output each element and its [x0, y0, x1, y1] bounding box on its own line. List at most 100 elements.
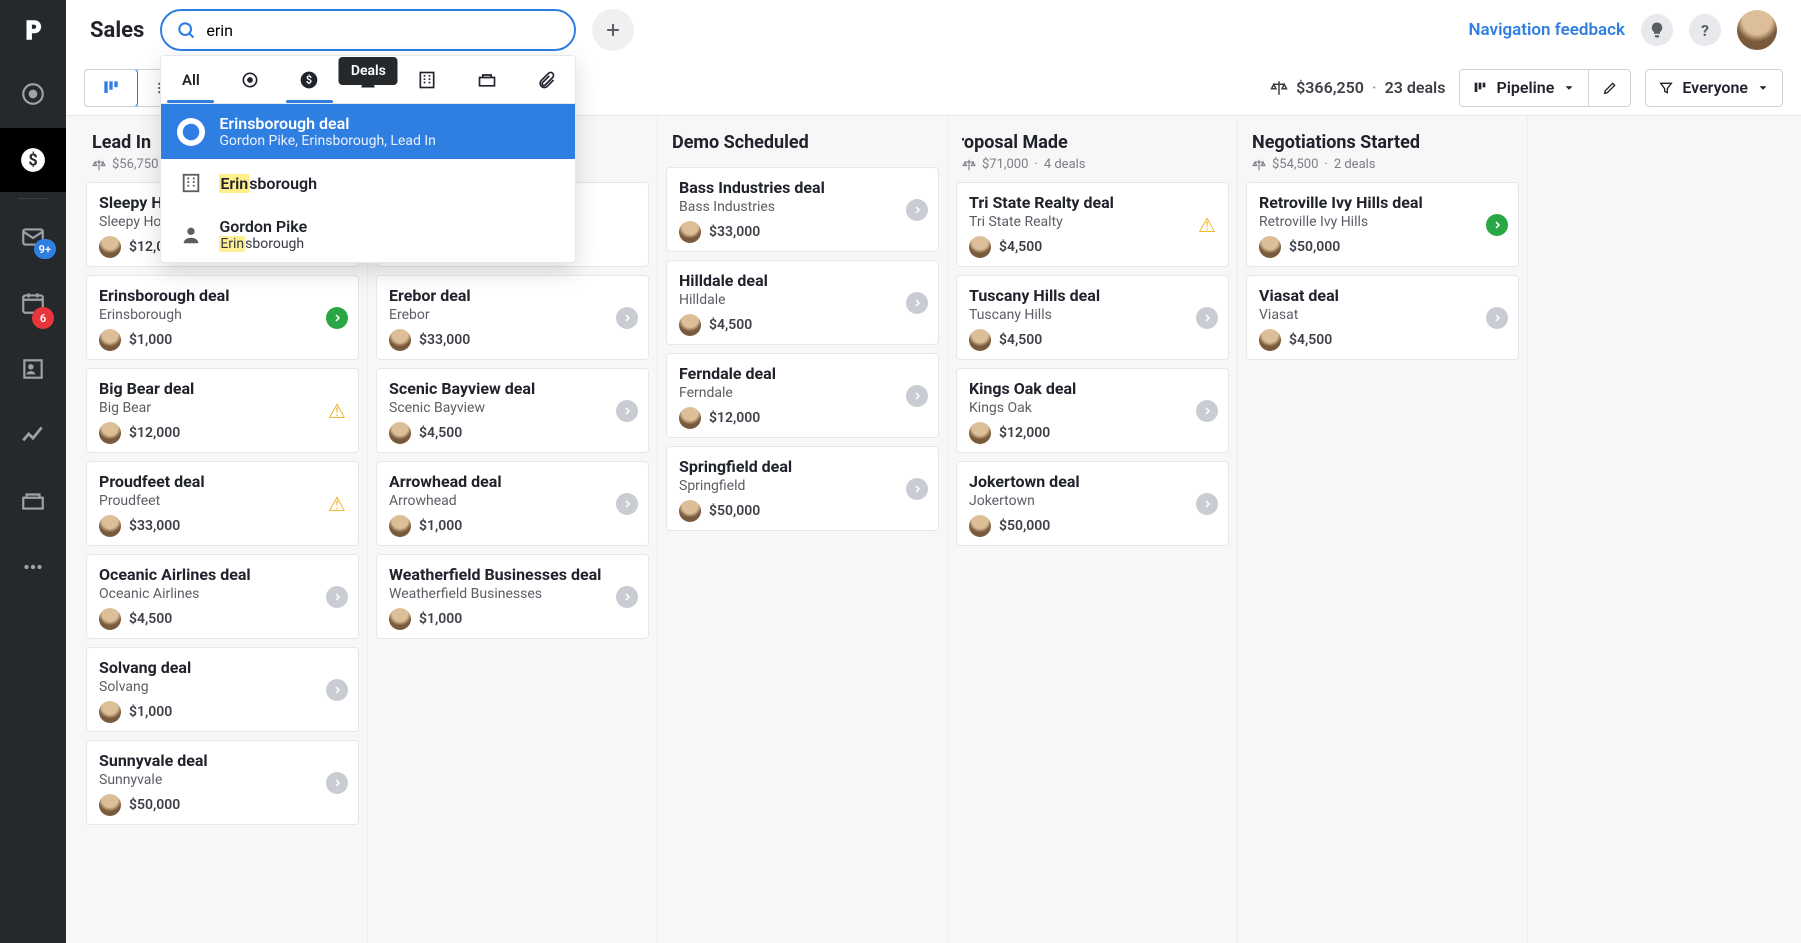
owner-avatar — [969, 422, 991, 444]
deal-amount: $50,000 — [709, 503, 760, 519]
deal-card[interactable]: Jokertown dealJokertown$50,000 — [956, 461, 1229, 546]
owner-filter[interactable]: Everyone — [1645, 69, 1783, 107]
status-warn-icon: ⚠ — [1196, 214, 1218, 236]
deal-card[interactable]: Solvang dealSolvang$1,000 — [86, 647, 359, 732]
search-result-person[interactable]: Gordon Pike Erinsborough — [161, 207, 575, 262]
deal-card[interactable]: Kings Oak dealKings Oak$12,000 — [956, 368, 1229, 453]
deal-org: Kings Oak — [969, 400, 1216, 416]
deal-icon: $ — [177, 118, 205, 146]
status-gray-icon — [326, 586, 348, 608]
owner-avatar — [969, 236, 991, 258]
deal-amount: $50,000 — [999, 518, 1050, 534]
deal-title: Retroville Ivy Hills deal — [1259, 193, 1506, 212]
search-tab-deals[interactable]: $ — [280, 56, 339, 103]
search-tab-all[interactable]: All — [161, 56, 220, 103]
search-tab-files[interactable] — [516, 56, 575, 103]
edit-pipeline-button[interactable] — [1589, 69, 1631, 107]
deal-amount: $50,000 — [1289, 239, 1340, 255]
deal-card[interactable]: Oceanic Airlines dealOceanic Airlines$4,… — [86, 554, 359, 639]
deal-card[interactable]: Ferndale dealFerndale$12,000 — [666, 353, 939, 438]
pipeline-selector[interactable]: Pipeline — [1459, 69, 1589, 107]
nav-mail[interactable]: 9+ — [0, 205, 66, 269]
deal-title: Big Bear deal — [99, 379, 346, 398]
nav-insights[interactable] — [0, 403, 66, 467]
deal-card[interactable]: Erinsborough dealErinsborough$1,000 — [86, 275, 359, 360]
deal-amount: $1,000 — [419, 611, 462, 627]
owner-avatar — [99, 236, 121, 258]
person-icon — [177, 221, 205, 249]
owner-avatar — [389, 608, 411, 630]
nav-calendar[interactable]: 6 — [0, 271, 66, 335]
owner-avatar — [679, 221, 701, 243]
deal-amount: $4,500 — [1289, 332, 1332, 348]
search-tab-leads[interactable] — [220, 56, 279, 103]
deal-card[interactable]: Arrowhead dealArrowhead$1,000 — [376, 461, 649, 546]
deal-card[interactable]: Sunnyvale dealSunnyvale$50,000 — [86, 740, 359, 825]
logo[interactable] — [0, 0, 66, 60]
result-sub: Gordon Pike, Erinsborough, Lead In — [219, 133, 436, 149]
search-result-deal[interactable]: $ Erinsborough deal Gordon Pike, Erinsbo… — [161, 104, 575, 159]
deal-card[interactable]: Weatherfield Businesses dealWeatherfield… — [376, 554, 649, 639]
owner-avatar — [99, 515, 121, 537]
deal-card[interactable]: Hilldale dealHilldale$4,500 — [666, 260, 939, 345]
deal-card[interactable]: Erebor dealErebor$33,000 — [376, 275, 649, 360]
nav-products[interactable] — [0, 469, 66, 533]
status-warn-icon: ⚠ — [326, 400, 348, 422]
search-tab-products[interactable] — [457, 56, 516, 103]
left-rail: $ 9+ 6 — [0, 0, 66, 943]
search-input[interactable] — [160, 9, 576, 51]
deal-card[interactable]: Proudfeet dealProudfeet$33,000⚠ — [86, 461, 359, 546]
view-pipeline-button[interactable] — [84, 69, 138, 107]
deal-card[interactable]: Scenic Bayview dealScenic Bayview$4,500 — [376, 368, 649, 453]
status-warn-icon: ⚠ — [326, 493, 348, 515]
tips-icon[interactable] — [1641, 14, 1673, 46]
deal-amount: $12,000 — [129, 425, 180, 441]
deal-org: Hilldale — [679, 292, 926, 308]
deal-title: Hilldale deal — [679, 271, 926, 290]
scale-icon — [1252, 158, 1266, 172]
column-title: Proposal Made — [962, 132, 1223, 153]
search-result-org[interactable]: Erinsborough — [161, 159, 575, 207]
status-gray-icon — [616, 400, 638, 422]
pipeline-selector-group: Pipeline — [1459, 69, 1631, 107]
status-gray-icon — [616, 307, 638, 329]
status-gray-icon — [326, 679, 348, 701]
quick-add-button[interactable] — [592, 9, 634, 51]
deal-card[interactable]: Big Bear dealBig Bear$12,000⚠ — [86, 368, 359, 453]
deal-card[interactable]: Retroville Ivy Hills deal Retroville Ivy … — [1246, 182, 1519, 267]
nav-contacts[interactable] — [0, 337, 66, 401]
help-icon[interactable]: ? — [1689, 14, 1721, 46]
column-meta: $71,000·4 deals — [962, 157, 1223, 172]
deal-org: Tuscany Hills — [969, 307, 1216, 323]
scale-icon — [1270, 79, 1288, 97]
deal-title: Kings Oak deal — [969, 379, 1216, 398]
deal-org: Retroville Ivy Hills — [1259, 214, 1506, 230]
owner-filter-label: Everyone — [1682, 78, 1748, 97]
status-gray-icon — [1196, 307, 1218, 329]
svg-text:$: $ — [188, 125, 194, 138]
owner-avatar — [99, 701, 121, 723]
nav-more[interactable] — [0, 535, 66, 599]
profile-avatar[interactable] — [1737, 10, 1777, 50]
deal-amount: $1,000 — [129, 332, 172, 348]
deal-amount: $1,000 — [419, 518, 462, 534]
status-green-icon — [326, 307, 348, 329]
nav-leads[interactable] — [0, 62, 66, 126]
deal-card[interactable]: Viasat dealViasat$4,500 — [1246, 275, 1519, 360]
deal-card[interactable]: Bass Industries dealBass Industries$33,0… — [666, 167, 939, 252]
chevron-down-icon — [1756, 81, 1770, 95]
pipeline-column: Negotiations Started$54,500·2 dealsRetro… — [1238, 116, 1528, 943]
search-tab-orgs[interactable] — [398, 56, 457, 103]
deal-card[interactable]: Tri State Realty dealTri State Realty$4,… — [956, 182, 1229, 267]
nav-deals[interactable]: $ — [0, 128, 66, 192]
result-sub: Erinsborough — [219, 236, 307, 252]
navigation-feedback-link[interactable]: Navigation feedback — [1469, 20, 1625, 40]
deal-amount: $33,000 — [129, 518, 180, 534]
mail-badge: 9+ — [34, 239, 56, 259]
deal-org: Ferndale — [679, 385, 926, 401]
deal-title: Solvang deal — [99, 658, 346, 677]
owner-avatar — [99, 794, 121, 816]
deal-card[interactable]: Springfield dealSpringfield$50,000 — [666, 446, 939, 531]
deal-card[interactable]: Tuscany Hills dealTuscany Hills$4,500 — [956, 275, 1229, 360]
deal-amount: $33,000 — [709, 224, 760, 240]
